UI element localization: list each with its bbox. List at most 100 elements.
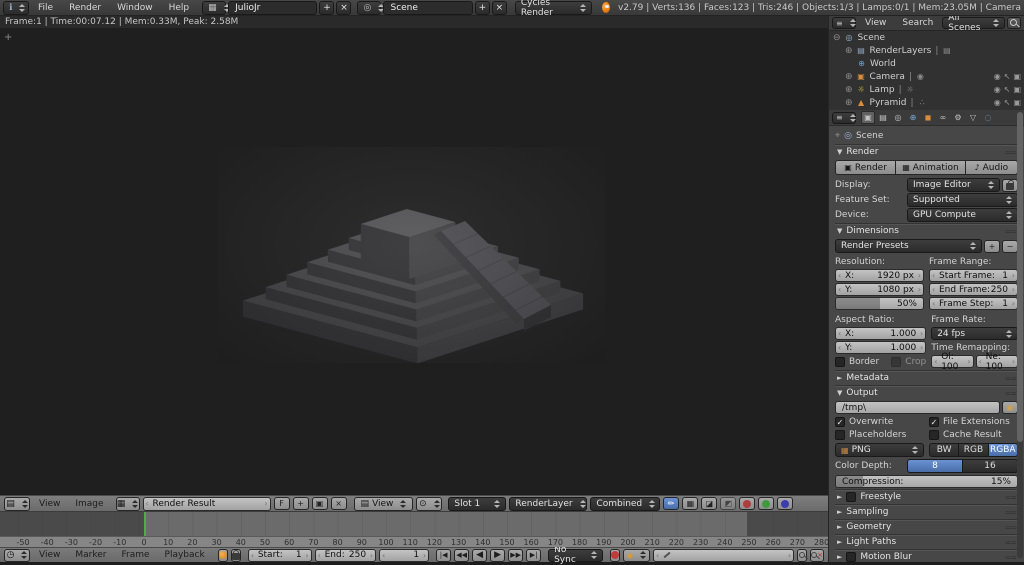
image-name-field[interactable]: Render Result: [142, 496, 271, 511]
menu-render[interactable]: Render: [62, 3, 108, 13]
screen-layout-dropdown[interactable]: ▦: [202, 0, 230, 15]
remove-preset-button[interactable]: −: [1002, 239, 1018, 253]
jump-to-end-button[interactable]: ▶|: [526, 548, 542, 562]
expand-icon[interactable]: ⊕: [845, 98, 853, 108]
end-frame-field[interactable]: End:250: [314, 548, 377, 562]
editor-type-dropdown[interactable]: ℹ: [3, 0, 29, 15]
editor-type-dropdown[interactable]: ≡: [832, 17, 856, 29]
editor-type-dropdown[interactable]: ▤: [4, 496, 30, 511]
panel-header-render[interactable]: ▼ Render ==: [835, 145, 1018, 158]
renderability-camera-icon[interactable]: ▣: [1013, 85, 1021, 94]
motion-blur-checkbox[interactable]: [846, 552, 857, 562]
menu-view[interactable]: View: [858, 18, 893, 28]
start-frame-field[interactable]: Start:1: [247, 548, 312, 562]
visibility-eye-icon[interactable]: ◉: [994, 85, 1001, 94]
panel-header-metadata[interactable]: ► Metadata ==: [835, 371, 1018, 384]
search-button[interactable]: [1007, 17, 1021, 29]
lock-interface-button[interactable]: [1002, 178, 1018, 192]
record-button[interactable]: [609, 548, 620, 562]
menu-view[interactable]: View: [33, 499, 66, 509]
rgb-toggle[interactable]: RGB: [959, 443, 989, 457]
outliner-row-world[interactable]: ⊕ World: [829, 57, 1024, 70]
autokey-mode-dropdown[interactable]: ◆: [622, 548, 650, 562]
new-image-button[interactable]: +: [292, 497, 309, 510]
timeline-ruler[interactable]: -50 -40 -30 -20 -10 0 10 20 30 40 50 60 70 80 90 100 110…: [0, 536, 828, 547]
panel-drag-icon[interactable]: ==: [1005, 493, 1017, 502]
menu-playback[interactable]: Playback: [159, 550, 211, 560]
border-checkbox[interactable]: [835, 356, 845, 367]
tab-scene[interactable]: ◎: [891, 111, 905, 124]
frame-rate-dropdown[interactable]: 24 fps: [931, 327, 1018, 340]
file-format-dropdown[interactable]: ▦ PNG: [835, 443, 924, 457]
alpha-toggle[interactable]: ◪: [701, 497, 718, 510]
add-preset-button[interactable]: +: [984, 239, 1000, 253]
visibility-eye-icon[interactable]: ◉: [994, 98, 1001, 107]
bw-toggle[interactable]: BW: [929, 443, 960, 457]
render-presets-dropdown[interactable]: Render Presets: [835, 239, 982, 253]
resolution-scale-slider[interactable]: 50%: [835, 297, 924, 310]
menu-view[interactable]: View: [33, 550, 66, 560]
file-extensions-checkbox[interactable]: ✓: [929, 417, 939, 427]
expand-icon[interactable]: ⊕: [845, 72, 853, 82]
depth-16-toggle[interactable]: 16: [963, 459, 1018, 473]
red-channel-toggle[interactable]: [739, 497, 756, 510]
outliner-row-camera[interactable]: ⊕ ▣ Camera | ◉ ◉ ↖ ▣: [829, 70, 1024, 83]
end-frame-field[interactable]: End Frame:250: [929, 283, 1018, 296]
fake-user-button[interactable]: F: [273, 497, 290, 510]
tab-modifiers[interactable]: ⚙: [951, 111, 965, 124]
aspect-x-field[interactable]: X:1.000: [835, 327, 927, 340]
image-datablock-dropdown[interactable]: ▦: [115, 496, 140, 511]
pin-icon[interactable]: ⌖: [835, 131, 840, 141]
keying-set-field[interactable]: [652, 548, 795, 562]
panel-header-geometry[interactable]: ► Geometry ==: [835, 520, 1018, 533]
panel-drag-icon[interactable]: ==: [1005, 523, 1017, 532]
panel-drag-icon[interactable]: ==: [1005, 227, 1017, 236]
zbuffer-toggle[interactable]: ◩: [720, 497, 737, 510]
editor-type-dropdown[interactable]: ◷: [4, 548, 30, 562]
delete-scene-button[interactable]: ×: [491, 0, 507, 15]
output-path-field[interactable]: /tmp\: [835, 401, 1000, 414]
render-button[interactable]: ▣ Render: [835, 160, 897, 175]
menu-window[interactable]: Window: [110, 3, 160, 13]
panel-drag-icon[interactable]: ==: [1005, 508, 1017, 517]
scene-name-field[interactable]: Scene: [383, 0, 473, 15]
panel-drag-icon[interactable]: ==: [1005, 538, 1017, 547]
draw-image-toggle[interactable]: ✎: [663, 497, 680, 510]
delete-keyframe-button[interactable]: ×: [810, 548, 824, 562]
menu-file[interactable]: File: [31, 3, 60, 13]
tab-physics[interactable]: ◌: [981, 111, 995, 124]
render-pass-dropdown[interactable]: Combined: [590, 496, 661, 511]
panel-drag-icon[interactable]: ==: [1005, 553, 1017, 562]
add-screen-button[interactable]: +: [319, 0, 335, 15]
play-button[interactable]: ▶: [490, 548, 506, 562]
green-channel-toggle[interactable]: [758, 497, 775, 510]
time-remap-new-field[interactable]: Ne: 100: [975, 352, 1019, 372]
timeline-track[interactable]: [0, 511, 828, 536]
outliner-row-renderlayers[interactable]: ⊕ ▤ RenderLayers | ▤: [829, 44, 1024, 57]
render-layer-dropdown[interactable]: RenderLayer: [509, 496, 588, 511]
expand-icon[interactable]: ⊕: [845, 46, 853, 56]
rgba-toggle[interactable]: RGBA: [988, 443, 1018, 457]
lock-time-cursor-toggle[interactable]: [230, 548, 241, 562]
outliner-row-scene[interactable]: ⊖ ◎ Scene: [829, 31, 1024, 44]
menu-help[interactable]: Help: [162, 3, 197, 13]
image-editor-viewport[interactable]: +: [0, 28, 828, 495]
panel-drag-icon[interactable]: ==: [1005, 389, 1017, 398]
tab-render-layers[interactable]: ▤: [876, 111, 890, 124]
renderability-camera-icon[interactable]: ▣: [1013, 72, 1021, 81]
outliner-row-pyramid[interactable]: ⊕ ▲ Pyramid | ∴ ◉ ↖ ▣: [829, 96, 1024, 109]
display-dropdown[interactable]: Image Editor: [907, 178, 1000, 192]
current-frame-marker[interactable]: [144, 512, 146, 536]
outliner-row-lamp[interactable]: ⊕ ☼ Lamp | ☼ ◉ ↖ ▣: [829, 83, 1024, 96]
prev-keyframe-button[interactable]: ◀◀: [454, 548, 470, 562]
depth-8-toggle[interactable]: 8: [907, 459, 963, 473]
pivot-dropdown[interactable]: ⊙: [416, 496, 443, 511]
time-remap-old-field[interactable]: Ol: 100: [931, 352, 974, 372]
render-engine-dropdown[interactable]: Cycles Render: [514, 0, 593, 18]
device-dropdown[interactable]: GPU Compute: [907, 208, 1018, 222]
panel-header-freestyle[interactable]: ► Freestyle ==: [835, 490, 1018, 503]
insert-keyframe-button[interactable]: [797, 548, 808, 562]
jump-to-start-button[interactable]: |◀: [436, 548, 452, 562]
editor-type-dropdown[interactable]: ≡: [832, 111, 856, 124]
placeholders-checkbox[interactable]: [835, 430, 845, 440]
